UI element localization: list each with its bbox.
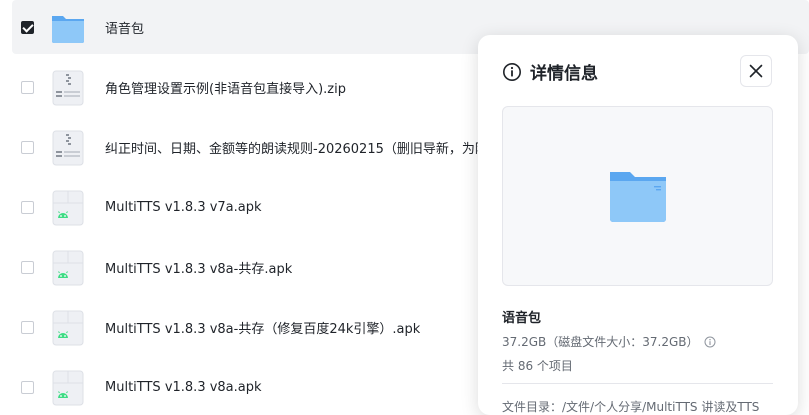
file-preview (502, 106, 773, 286)
row-checkbox[interactable] (21, 140, 34, 154)
file-name: 语音包 (105, 21, 145, 37)
row-checkbox[interactable] (21, 380, 34, 394)
file-name: MultiTTS v1.8.3 v8a.apk (105, 379, 262, 395)
detail-size: 37.2GB（磁盘文件大小：37.2GB） (502, 333, 716, 350)
file-name: MultiTTS v1.8.3 v8a-共存（修复百度24k引擎）.apk (105, 321, 421, 337)
divider (502, 383, 773, 384)
row-checkbox[interactable] (21, 200, 34, 214)
info-circle-icon (503, 62, 521, 81)
row-checkbox[interactable] (21, 20, 34, 34)
android-apk-icon (52, 190, 84, 226)
android-apk-icon (52, 310, 84, 346)
file-name: MultiTTS v1.8.3 v8a-共存.apk (105, 261, 293, 277)
android-apk-icon (52, 370, 84, 406)
detail-path: 文件目录：/文件/个人分享/MultiTTS 讲读及TTS (502, 400, 760, 414)
row-checkbox[interactable] (21, 80, 34, 94)
file-name: MultiTTS v1.8.3 v7a.apk (105, 199, 262, 215)
zip-file-icon (52, 70, 84, 106)
zip-file-icon (52, 130, 84, 166)
detail-header: 详情信息 (502, 59, 598, 84)
close-button[interactable] (740, 55, 772, 87)
info-circle-icon[interactable] (704, 336, 716, 348)
close-icon (749, 64, 763, 78)
detail-item-count: 共 86 个项目 (502, 359, 573, 373)
row-checkbox[interactable] (21, 260, 34, 274)
android-apk-icon (52, 250, 84, 286)
detail-size-text: 37.2GB（磁盘文件大小：37.2GB） (502, 335, 699, 349)
folder-icon (609, 172, 666, 222)
detail-panel: 详情信息 语音包 37.2GB（磁盘文件大小：37.2GB） 共 86 个项目 … (478, 35, 798, 415)
detail-file-name: 语音包 (502, 311, 542, 326)
file-name: 纠正时间、日期、金额等的朗读规则-20260215（删旧导新，为防 (105, 141, 485, 157)
folder-icon (52, 16, 84, 43)
detail-title: 详情信息 (530, 64, 598, 84)
file-name: 角色管理设置示例(非语音包直接导入).zip (105, 81, 346, 97)
row-checkbox[interactable] (21, 320, 34, 334)
